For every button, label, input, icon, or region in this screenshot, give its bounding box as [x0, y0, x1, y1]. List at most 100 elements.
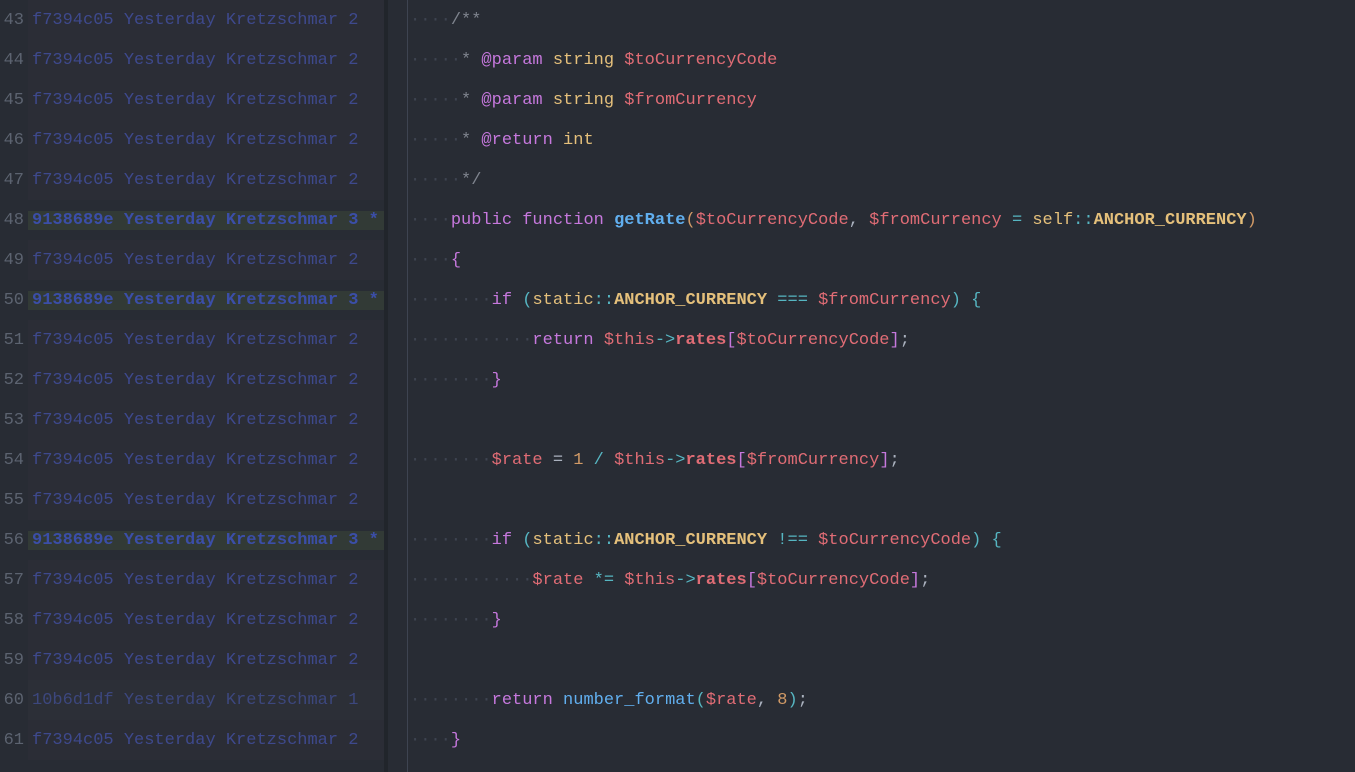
- blame-annotation[interactable]: 9138689e Yesterday Kretzschmar 3 *: [28, 531, 384, 550]
- code-line[interactable]: ·····* @param string $toCurrencyCode: [410, 40, 1355, 80]
- blame-date: Yesterday: [124, 571, 216, 590]
- gutter-row[interactable]: 489138689e Yesterday Kretzschmar 3 *: [0, 200, 384, 240]
- blame-rev: 2: [348, 131, 358, 150]
- blame-date: Yesterday: [124, 451, 216, 470]
- blame-hash: 9138689e: [32, 291, 114, 310]
- gutter-row[interactable]: 53f7394c05 Yesterday Kretzschmar 2: [0, 400, 384, 440]
- blame-date: Yesterday: [124, 131, 216, 150]
- line-number: 60: [0, 691, 28, 710]
- token-var: $fromCurrency: [747, 451, 880, 470]
- code-line[interactable]: ········$rate = 1 / $this->rates[$fromCu…: [410, 440, 1355, 480]
- blame-annotation[interactable]: f7394c05 Yesterday Kretzschmar 2: [28, 371, 384, 390]
- blame-rev: 2: [348, 451, 358, 470]
- blame-annotation[interactable]: f7394c05 Yesterday Kretzschmar 2: [28, 331, 384, 350]
- blame-author: Kretzschmar: [226, 171, 338, 190]
- gutter-row[interactable]: 55f7394c05 Yesterday Kretzschmar 2: [0, 480, 384, 520]
- gutter-row[interactable]: 46f7394c05 Yesterday Kretzschmar 2: [0, 120, 384, 160]
- gutter-row[interactable]: 57f7394c05 Yesterday Kretzschmar 2: [0, 560, 384, 600]
- line-number: 50: [0, 291, 28, 310]
- token-plain: ,: [757, 691, 777, 710]
- gutter-row[interactable]: 509138689e Yesterday Kretzschmar 3 *: [0, 280, 384, 320]
- blame-annotation[interactable]: f7394c05 Yesterday Kretzschmar 2: [28, 451, 384, 470]
- blame-rev: 2: [348, 731, 358, 750]
- code-line[interactable]: ·····* @param string $fromCurrency: [410, 80, 1355, 120]
- blame-annotation[interactable]: f7394c05 Yesterday Kretzschmar 2: [28, 91, 384, 110]
- gutter-row[interactable]: 59f7394c05 Yesterday Kretzschmar 2: [0, 640, 384, 680]
- token-var: $toCurrencyCode: [736, 331, 889, 350]
- blame-annotation[interactable]: f7394c05 Yesterday Kretzschmar 2: [28, 731, 384, 750]
- gutter-row[interactable]: 58f7394c05 Yesterday Kretzschmar 2: [0, 600, 384, 640]
- code-line[interactable]: [410, 480, 1355, 520]
- gutter-row[interactable]: 51f7394c05 Yesterday Kretzschmar 2: [0, 320, 384, 360]
- code-line[interactable]: [410, 640, 1355, 680]
- token-brace-b: ): [951, 291, 961, 310]
- blame-annotation[interactable]: 10b6d1df Yesterday Kretzschmar 1: [28, 691, 384, 710]
- gutter-row[interactable]: 61f7394c05 Yesterday Kretzschmar 2: [0, 720, 384, 760]
- blame-annotation[interactable]: f7394c05 Yesterday Kretzschmar 2: [28, 51, 384, 70]
- token-plain: [563, 451, 573, 470]
- code-line[interactable]: ····/**: [410, 0, 1355, 40]
- gutter-row[interactable]: 49f7394c05 Yesterday Kretzschmar 2: [0, 240, 384, 280]
- code-line[interactable]: ········}: [410, 600, 1355, 640]
- code-line[interactable]: [410, 400, 1355, 440]
- gutter-row[interactable]: 43f7394c05 Yesterday Kretzschmar 2: [0, 0, 384, 40]
- token-plain: [767, 531, 777, 550]
- blame-annotation[interactable]: f7394c05 Yesterday Kretzschmar 2: [28, 611, 384, 630]
- gutter-row[interactable]: 45f7394c05 Yesterday Kretzschmar 2: [0, 80, 384, 120]
- blame-author: Kretzschmar: [226, 531, 338, 550]
- token-doctype: string: [553, 91, 614, 110]
- token-func: number_format: [563, 691, 696, 710]
- code-line[interactable]: ········if (static::ANCHOR_CURRENCY !== …: [410, 520, 1355, 560]
- token-plain: [512, 291, 522, 310]
- blame-annotation[interactable]: f7394c05 Yesterday Kretzschmar 2: [28, 131, 384, 150]
- blame-annotation[interactable]: f7394c05 Yesterday Kretzschmar 2: [28, 251, 384, 270]
- token-doctag: @param: [481, 51, 542, 70]
- blame-hash: f7394c05: [32, 371, 114, 390]
- code-area[interactable]: ····/**·····* @param string $toCurrencyC…: [408, 0, 1355, 772]
- blame-annotation[interactable]: f7394c05 Yesterday Kretzschmar 2: [28, 651, 384, 670]
- blame-date: Yesterday: [124, 611, 216, 630]
- blame-annotation[interactable]: f7394c05 Yesterday Kretzschmar 2: [28, 171, 384, 190]
- gutter-row[interactable]: 44f7394c05 Yesterday Kretzschmar 2: [0, 40, 384, 80]
- code-line[interactable]: ·····*/: [410, 160, 1355, 200]
- code-line[interactable]: ····public function getRate($toCurrencyC…: [410, 200, 1355, 240]
- token-op: /: [594, 451, 604, 470]
- token-var: $rate: [706, 691, 757, 710]
- code-line[interactable]: ·····* @return int: [410, 120, 1355, 160]
- token-brace-b: {: [971, 291, 981, 310]
- blame-rev: 2: [348, 411, 358, 430]
- token-funcdef: getRate: [614, 211, 685, 230]
- blame-star-icon: *: [358, 531, 378, 550]
- blame-annotation[interactable]: f7394c05 Yesterday Kretzschmar 2: [28, 411, 384, 430]
- code-line[interactable]: ············$rate *= $this->rates[$toCur…: [410, 560, 1355, 600]
- code-line[interactable]: ········}: [410, 360, 1355, 400]
- blame-annotation[interactable]: 9138689e Yesterday Kretzschmar 3 *: [28, 291, 384, 310]
- blame-annotation[interactable]: f7394c05 Yesterday Kretzschmar 2: [28, 491, 384, 510]
- code-line[interactable]: ····{: [410, 240, 1355, 280]
- blame-hash: f7394c05: [32, 411, 114, 430]
- blame-rev: 3: [348, 291, 358, 310]
- blame-annotation[interactable]: 9138689e Yesterday Kretzschmar 3 *: [28, 211, 384, 230]
- code-line[interactable]: ········return number_format($rate, 8);: [410, 680, 1355, 720]
- blame-date: Yesterday: [124, 251, 216, 270]
- gutter-row[interactable]: 47f7394c05 Yesterday Kretzschmar 2: [0, 160, 384, 200]
- blame-annotation[interactable]: f7394c05 Yesterday Kretzschmar 2: [28, 571, 384, 590]
- token-plain: [604, 451, 614, 470]
- blame-gutter: 43f7394c05 Yesterday Kretzschmar 244f739…: [0, 0, 384, 772]
- code-line[interactable]: ········if (static::ANCHOR_CURRENCY === …: [410, 280, 1355, 320]
- gutter-row[interactable]: 569138689e Yesterday Kretzschmar 3 *: [0, 520, 384, 560]
- code-line[interactable]: ····}: [410, 720, 1355, 760]
- blame-date: Yesterday: [124, 211, 216, 230]
- blame-hash: f7394c05: [32, 611, 114, 630]
- token-var: $rate: [532, 571, 583, 590]
- code-line[interactable]: ············return $this->rates[$toCurre…: [410, 320, 1355, 360]
- blame-author: Kretzschmar: [226, 611, 338, 630]
- blame-date: Yesterday: [124, 91, 216, 110]
- gutter-row[interactable]: 52f7394c05 Yesterday Kretzschmar 2: [0, 360, 384, 400]
- token-ws: ········: [410, 451, 492, 470]
- gutter-row[interactable]: 54f7394c05 Yesterday Kretzschmar 2: [0, 440, 384, 480]
- blame-annotation[interactable]: f7394c05 Yesterday Kretzschmar 2: [28, 11, 384, 30]
- token-ws: ········: [410, 691, 492, 710]
- gutter-row[interactable]: 6010b6d1df Yesterday Kretzschmar 1: [0, 680, 384, 720]
- blame-date: Yesterday: [124, 531, 216, 550]
